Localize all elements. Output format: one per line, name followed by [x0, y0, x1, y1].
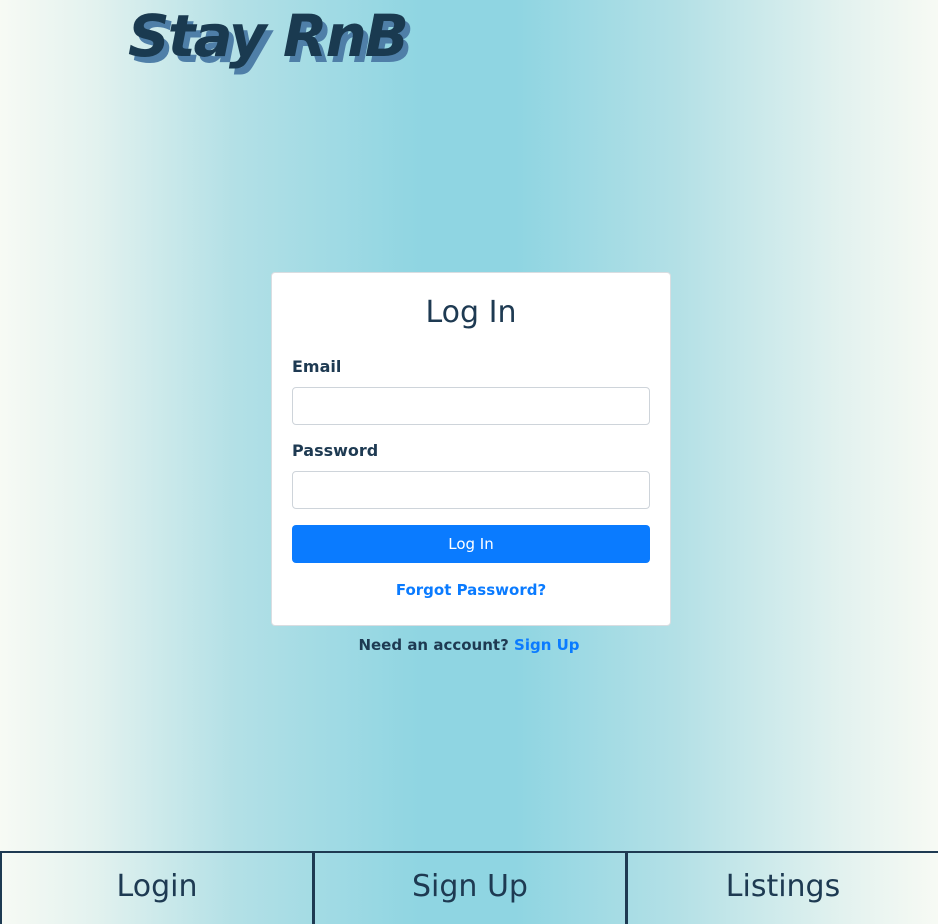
email-label: Email: [292, 357, 342, 376]
login-card: Log In Email Password Log In Forgot Pass…: [271, 272, 671, 626]
nav-item-login[interactable]: Login: [2, 853, 315, 924]
email-field[interactable]: [292, 387, 650, 425]
login-title: Log In: [425, 295, 517, 330]
password-field[interactable]: [292, 471, 650, 509]
forgot-password-link[interactable]: Forgot Password?: [292, 581, 650, 599]
site-logo[interactable]: Stay RnB: [128, 2, 409, 72]
nav-item-listings[interactable]: Listings: [628, 853, 938, 924]
bottom-nav: Login Sign Up Listings: [0, 851, 938, 924]
signup-prompt-text: Need an account?: [358, 636, 509, 654]
login-submit-button[interactable]: Log In: [292, 525, 650, 563]
nav-item-sign-up[interactable]: Sign Up: [315, 853, 628, 924]
signup-prompt: Need an account? Sign Up: [0, 636, 938, 654]
password-label: Password: [292, 441, 379, 460]
signup-link[interactable]: Sign Up: [514, 636, 580, 654]
